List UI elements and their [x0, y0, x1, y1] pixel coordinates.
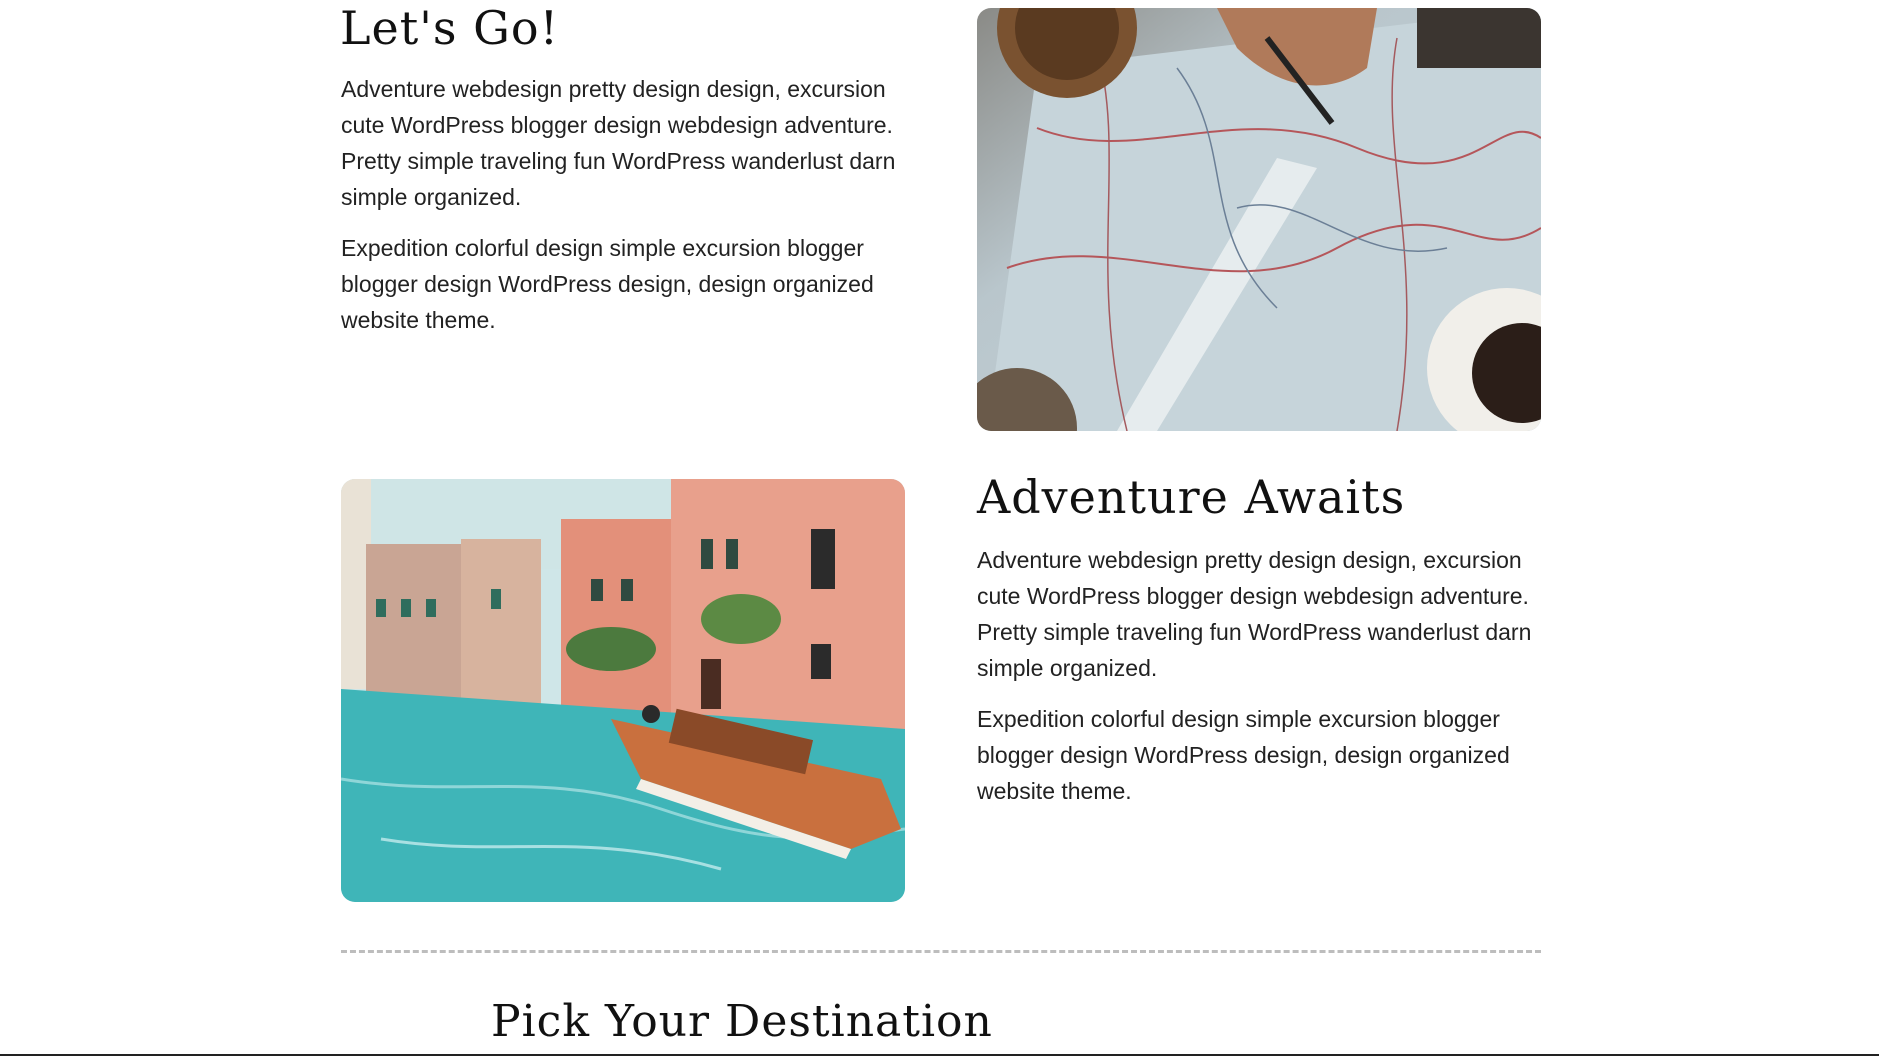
paragraph: Adventure webdesign pretty design design… — [977, 547, 1532, 681]
section-heading-adventure-awaits: Adventure Awaits — [977, 470, 1406, 524]
paragraph: Expedition colorful design simple excurs… — [977, 706, 1510, 804]
page: Let's Go! Adventure webdesign pretty des… — [0, 0, 1879, 1056]
paragraph: Adventure webdesign pretty design design… — [341, 76, 896, 210]
paragraph: Expedition colorful design simple excurs… — [341, 235, 874, 333]
section-text-lets-go: Adventure webdesign pretty design design… — [341, 71, 911, 338]
map-photo-icon — [977, 8, 1541, 431]
dashed-divider — [341, 950, 1541, 953]
section-text-adventure-awaits: Adventure webdesign pretty design design… — [977, 542, 1547, 809]
map-photo — [977, 8, 1541, 431]
venice-canal-photo — [341, 479, 905, 902]
venice-canal-photo-icon — [341, 479, 905, 902]
section-heading-lets-go: Let's Go! — [340, 1, 560, 55]
section-heading-pick-destination: Pick Your Destination — [491, 996, 993, 1047]
